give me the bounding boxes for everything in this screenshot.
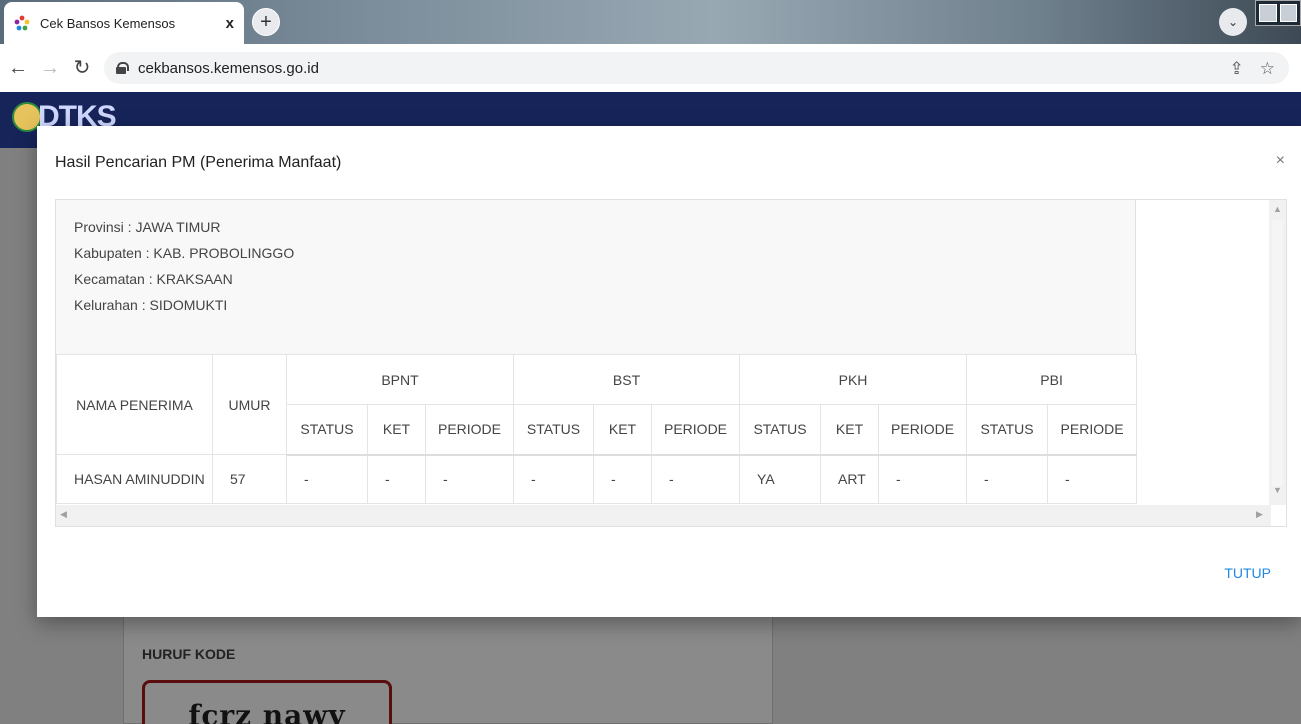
sub-header: STATUS: [286, 404, 368, 456]
table-cell: -: [286, 454, 368, 504]
tab-title: Cek Bansos Kemensos: [40, 15, 176, 31]
sub-header: PERIODE: [650, 404, 741, 456]
col-header-nama: NAMA PENERIMA: [56, 354, 213, 455]
table-cell: YA: [739, 454, 822, 504]
result-scroll-area[interactable]: Provinsi : JAWA TIMUR Kabupaten : KAB. P…: [55, 199, 1287, 527]
tutup-button[interactable]: TUTUP: [1224, 565, 1271, 581]
group-header-bpnt: BPNT: [286, 354, 514, 405]
info-kelurahan: Kelurahan : SIDOMUKTI: [74, 297, 228, 313]
table-cell: -: [1047, 454, 1138, 504]
forward-icon[interactable]: →: [38, 56, 62, 80]
browser-toolbar: ← → ↻ cekbansos.kemensos.go.id ⇪ ☆: [0, 44, 1301, 124]
group-header-bst: BST: [512, 354, 741, 405]
info-kabupaten: Kabupaten : KAB. PROBOLINGGO: [74, 245, 295, 261]
sub-header: PERIODE: [878, 404, 968, 456]
col-header-umur: UMUR: [212, 354, 287, 455]
scroll-right-icon[interactable]: ▶: [1256, 509, 1263, 520]
lock-icon[interactable]: [116, 62, 129, 74]
sub-header: STATUS: [513, 404, 594, 456]
table-cell: -: [513, 454, 594, 504]
share-icon[interactable]: ⇪: [1230, 59, 1244, 79]
cell-umur: 57: [212, 454, 287, 504]
sub-header: KET: [820, 404, 880, 456]
sub-header: KET: [367, 404, 426, 456]
table-cell: -: [367, 454, 426, 504]
table-row: HASAN AMINUDDIN 57 - - - - - - YA ART - …: [56, 454, 1138, 504]
address-bar[interactable]: cekbansos.kemensos.go.id ⇪ ☆: [104, 52, 1289, 84]
scroll-up-icon[interactable]: ▲: [1273, 204, 1282, 214]
scroll-down-icon[interactable]: ▼: [1273, 485, 1282, 495]
sub-header: KET: [593, 404, 652, 456]
sub-header: STATUS: [739, 404, 822, 456]
table-cell: -: [593, 454, 652, 504]
table-cell: ART: [820, 454, 880, 504]
group-header-pkh: PKH: [739, 354, 968, 405]
back-icon[interactable]: ←: [6, 56, 30, 80]
bookmark-star-icon[interactable]: ☆: [1260, 59, 1275, 79]
tab-search-button[interactable]: ⌄: [1219, 8, 1247, 36]
vertical-scrollbar[interactable]: ▲ ▼: [1269, 200, 1286, 505]
window-controls[interactable]: [1255, 0, 1301, 26]
sub-header: PERIODE: [425, 404, 514, 456]
result-content: Provinsi : JAWA TIMUR Kabupaten : KAB. P…: [56, 200, 1138, 505]
site-favicon-icon: [14, 15, 30, 31]
browser-tab[interactable]: Cek Bansos Kemensos x: [4, 2, 244, 44]
scroll-left-icon[interactable]: ◀: [60, 509, 67, 520]
location-info: Provinsi : JAWA TIMUR Kabupaten : KAB. P…: [56, 200, 1136, 354]
cell-nama: HASAN AMINUDDIN: [56, 454, 213, 504]
close-icon[interactable]: ×: [1276, 152, 1285, 170]
sub-header: STATUS: [966, 404, 1049, 456]
table-cell: -: [650, 454, 741, 504]
horizontal-scrollbar[interactable]: ◀ ▶: [56, 505, 1271, 526]
info-provinsi: Provinsi : JAWA TIMUR: [74, 219, 221, 235]
reload-icon[interactable]: ↻: [70, 56, 94, 80]
tab-close-icon[interactable]: x: [226, 15, 234, 32]
table-cell: -: [878, 454, 968, 504]
group-header-pbi: PBI: [966, 354, 1138, 405]
url-text: cekbansos.kemensos.go.id: [138, 59, 319, 77]
new-tab-button[interactable]: +: [252, 8, 280, 36]
beneficiary-table: NAMA PENERIMA UMUR BPNT BST PKH PBI STAT…: [56, 354, 1138, 504]
sub-header: PERIODE: [1047, 404, 1138, 456]
browser-tab-bar: Cek Bansos Kemensos x + ⌄: [0, 0, 1301, 44]
table-cell: -: [425, 454, 514, 504]
info-kecamatan: Kecamatan : KRAKSAAN: [74, 271, 233, 287]
captcha-image: fcrz nawy: [142, 680, 392, 724]
result-modal: Hasil Pencarian PM (Penerima Manfaat) × …: [37, 126, 1301, 617]
table-cell: -: [966, 454, 1049, 504]
modal-title: Hasil Pencarian PM (Penerima Manfaat): [55, 154, 342, 171]
captcha-label: HURUF KODE: [142, 646, 236, 662]
